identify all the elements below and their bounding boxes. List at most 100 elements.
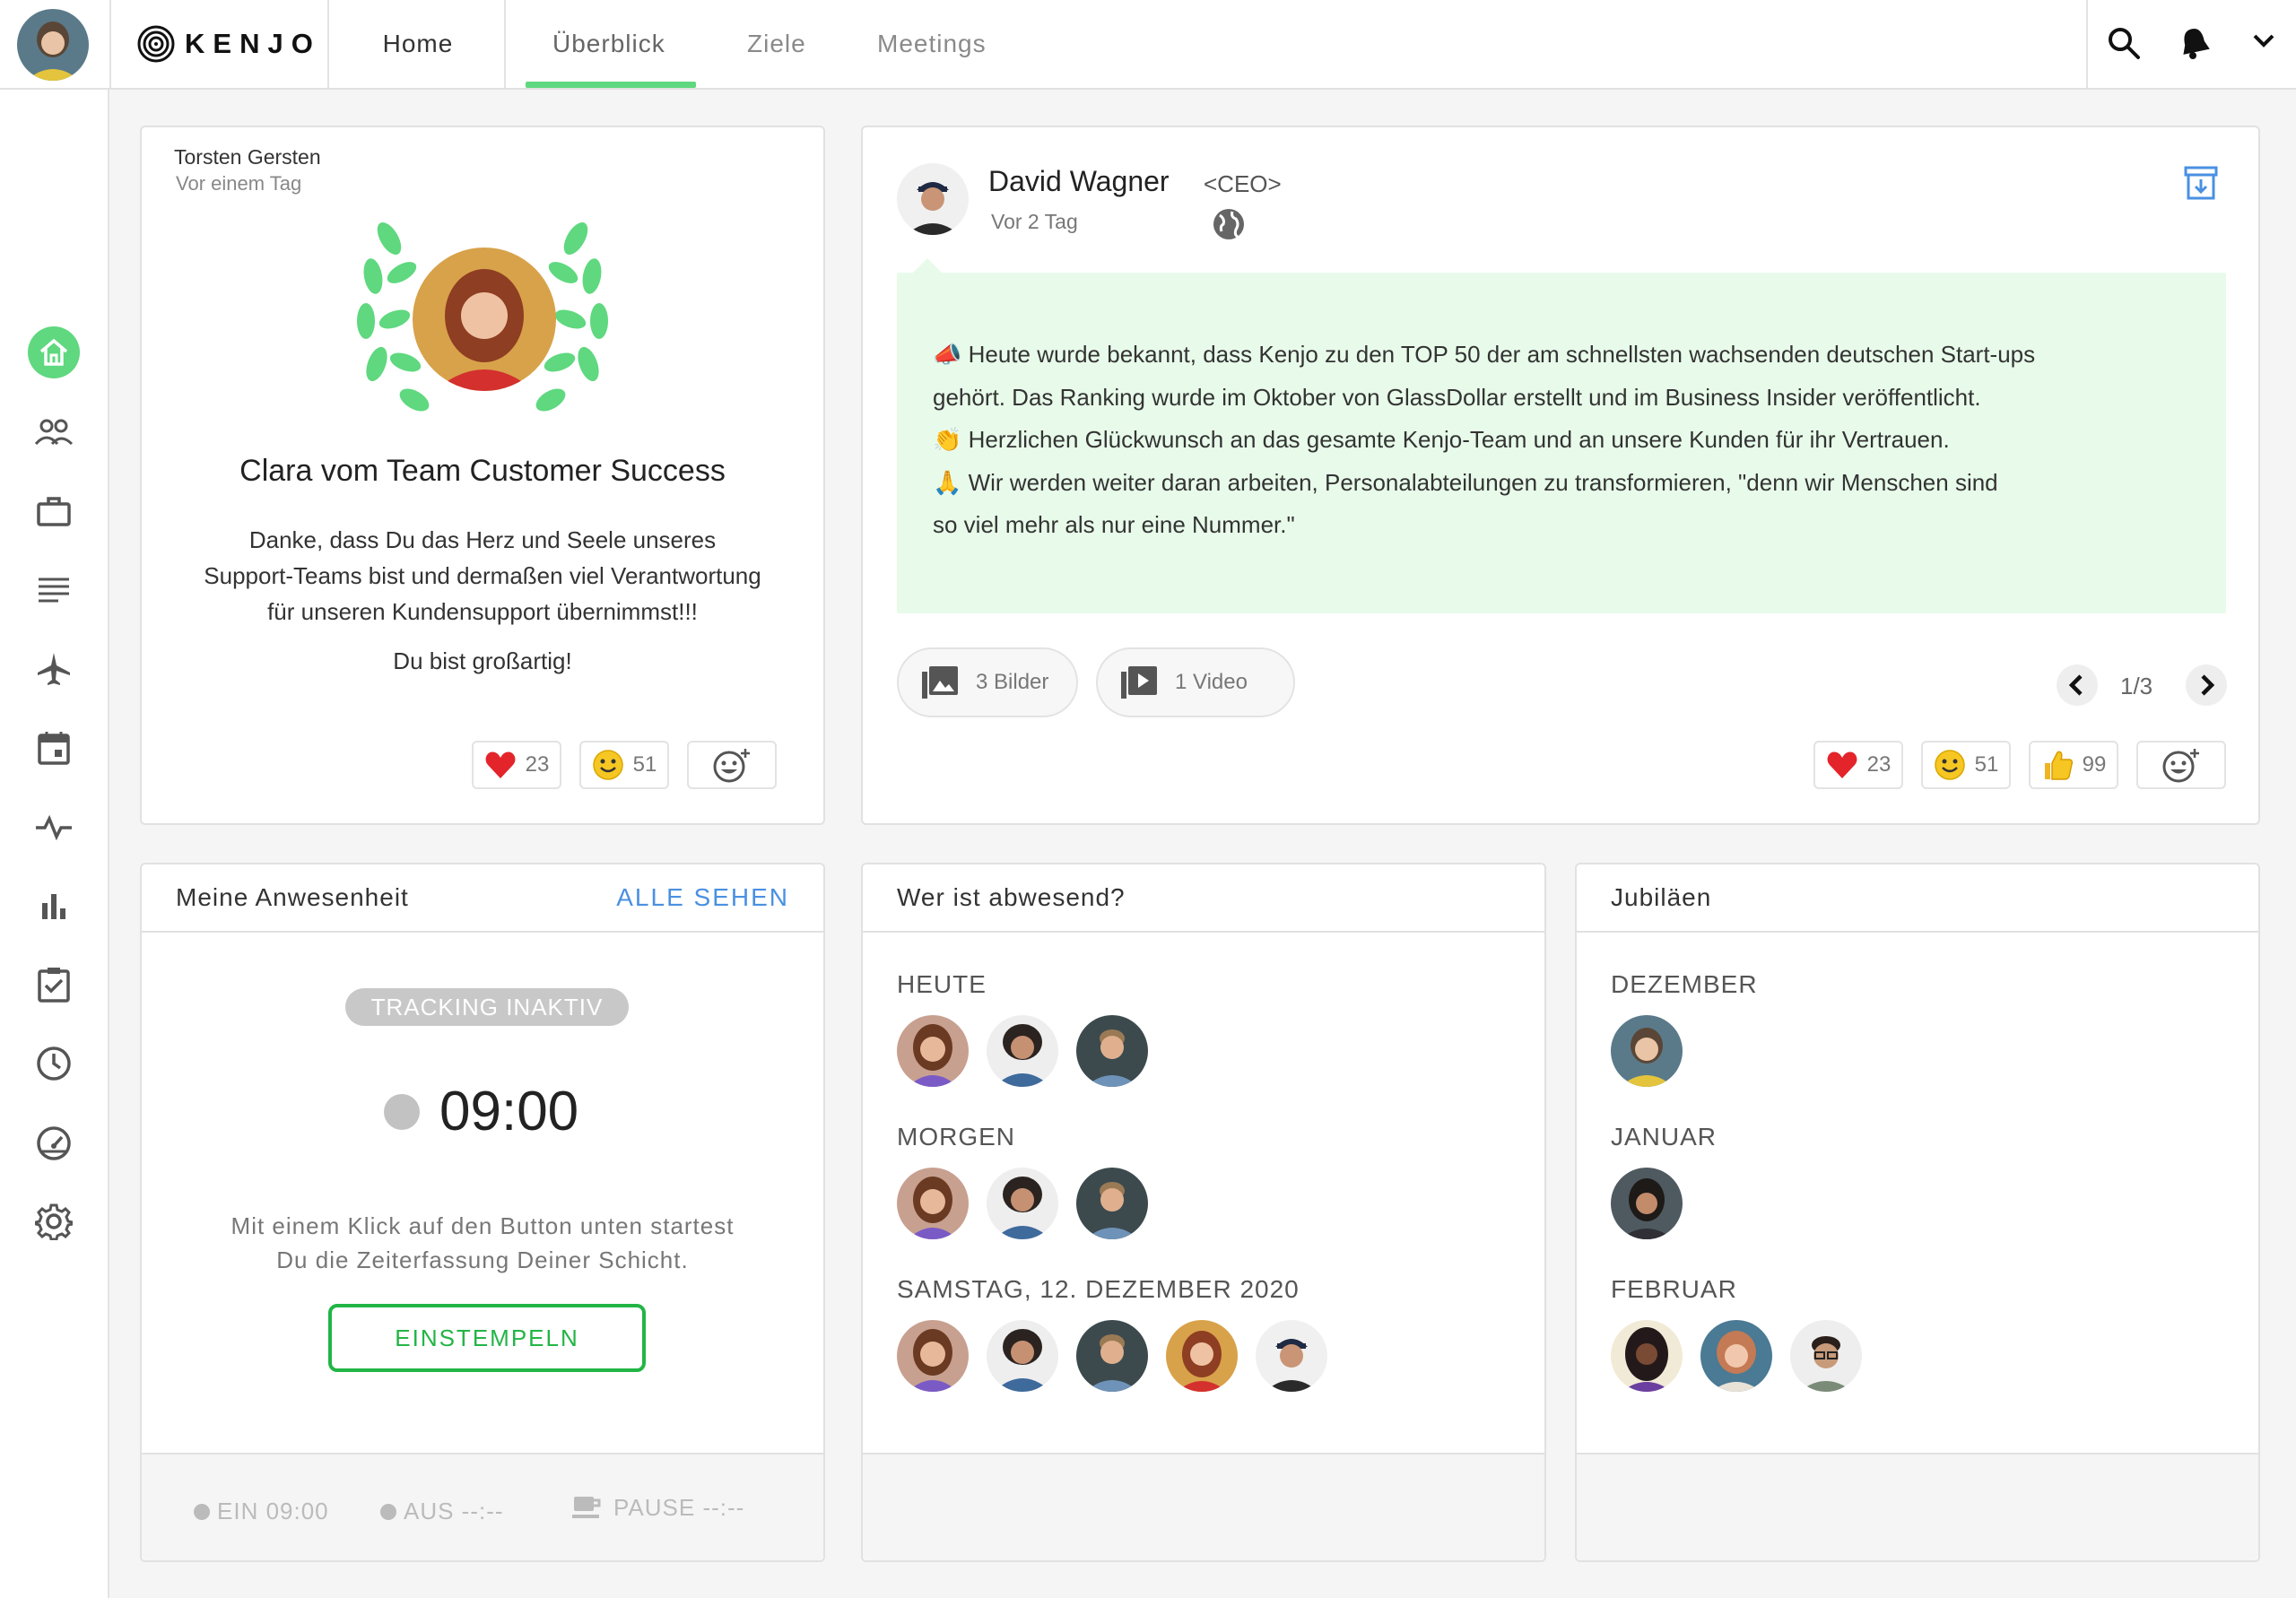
clock-out-stat: AUS --:-- xyxy=(380,1498,504,1525)
avatar[interactable] xyxy=(1700,1320,1772,1392)
post-text: 📣 Heute wurde bekannt, dass Kenjo zu den… xyxy=(933,334,2035,547)
avatar[interactable] xyxy=(897,1015,969,1087)
search-icon[interactable] xyxy=(2106,25,2142,61)
reaction-thumbs-up[interactable]: 99 xyxy=(2029,741,2118,789)
bell-icon[interactable] xyxy=(2178,25,2212,61)
reaction-heart[interactable]: 23 xyxy=(472,741,561,789)
coffee-icon xyxy=(572,1496,601,1518)
tracking-time: 09:00 xyxy=(439,1081,579,1142)
post-content: 📣 Heute wurde bekannt, dass Kenjo zu den… xyxy=(897,258,2226,613)
clock-in-stat: EIN 09:00 xyxy=(194,1498,329,1525)
avatar[interactable] xyxy=(1790,1320,1862,1392)
avatar[interactable] xyxy=(1076,1015,1148,1087)
avatar[interactable] xyxy=(1256,1320,1327,1392)
reaction-count: 23 xyxy=(1866,752,1892,777)
active-tab-indicator xyxy=(526,82,696,88)
bar-chart-icon[interactable] xyxy=(28,880,80,932)
absent-group-label: HEUTE xyxy=(897,970,987,998)
heart-icon xyxy=(485,751,516,778)
avatar[interactable] xyxy=(1076,1168,1148,1239)
add-reaction-button[interactable] xyxy=(2136,741,2226,789)
avatar[interactable] xyxy=(1076,1320,1148,1392)
pause-stat: PAUSE --:-- xyxy=(570,1494,744,1522)
avatar[interactable] xyxy=(987,1168,1058,1239)
fingerprint-icon xyxy=(137,25,175,63)
prev-page-icon[interactable] xyxy=(2056,664,2099,707)
avatar[interactable] xyxy=(897,1320,969,1392)
home-icon[interactable] xyxy=(28,326,80,378)
jubilee-group-label: FEBRUAR xyxy=(1611,1275,1737,1303)
airplane-icon[interactable] xyxy=(28,643,80,695)
top-actions xyxy=(2086,0,2296,88)
jubilee-avatars-january xyxy=(1611,1168,1683,1239)
speech-bubble-tail xyxy=(911,258,944,274)
gauge-icon[interactable] xyxy=(28,1116,80,1168)
thumbs-up-icon xyxy=(2044,751,2073,780)
kenjo-logo[interactable]: KENJO xyxy=(136,24,321,64)
post-time: Vor 2 Tag xyxy=(991,210,1078,233)
smile-emoji-icon xyxy=(1934,750,1965,780)
post-author-avatar[interactable] xyxy=(897,163,969,235)
clock-icon[interactable] xyxy=(28,1038,80,1090)
kudos-title: Clara vom Team Customer Success xyxy=(239,454,726,488)
tab-meetings[interactable]: Meetings xyxy=(877,0,987,88)
absent-avatars-tomorrow xyxy=(897,1168,1148,1239)
reaction-count: 23 xyxy=(525,752,550,777)
absent-footer xyxy=(863,1453,1544,1560)
top-bar: KENJO Home Überblick Ziele Meetings xyxy=(0,0,2296,90)
attendance-footer: EIN 09:00 AUS --:-- PAUSE --:-- xyxy=(142,1453,823,1560)
see-all-link[interactable]: ALLE SEHEN xyxy=(616,883,789,912)
avatar[interactable] xyxy=(1611,1015,1683,1087)
avatar[interactable] xyxy=(987,1015,1058,1087)
add-reaction-button[interactable] xyxy=(687,741,777,789)
tab-goals[interactable]: Ziele xyxy=(747,0,806,88)
jubilee-group-label: DEZEMBER xyxy=(1611,970,1758,998)
reaction-smile[interactable]: 51 xyxy=(579,741,669,789)
calendar-icon[interactable] xyxy=(28,722,80,774)
reaction-smile[interactable]: 51 xyxy=(1921,741,2011,789)
video-button[interactable]: 1 Video xyxy=(1096,647,1295,717)
post-line: so viel mehr als nur eine Nummer." xyxy=(933,511,1295,538)
add-emoji-icon xyxy=(713,749,750,783)
avatar[interactable] xyxy=(1166,1320,1238,1392)
attendance-hint-line: Du die Zeiterfassung Deiner Schicht. xyxy=(276,1246,689,1273)
clock-in-button[interactable]: EINSTEMPELN xyxy=(328,1304,646,1372)
reaction-count: 51 xyxy=(1974,752,1999,777)
reaction-count: 51 xyxy=(632,752,657,777)
archive-icon[interactable] xyxy=(2181,163,2221,203)
avatar[interactable] xyxy=(897,1168,969,1239)
post-line: gehört. Das Ranking wurde im Oktober von… xyxy=(933,383,1981,411)
list-icon[interactable] xyxy=(28,564,80,616)
attendance-title: Meine Anwesenheit xyxy=(176,883,409,911)
user-avatar[interactable] xyxy=(17,9,89,81)
jubilees-footer xyxy=(1577,1453,2258,1560)
people-icon[interactable] xyxy=(28,406,80,458)
tab-home[interactable]: Home xyxy=(332,0,506,88)
avatar[interactable] xyxy=(1611,1320,1683,1392)
post-author[interactable]: David Wagner xyxy=(988,165,1170,198)
video-icon xyxy=(1121,666,1157,699)
absent-group-label: SAMSTAG, 12. DEZEMBER 2020 xyxy=(897,1275,1300,1303)
gear-icon[interactable] xyxy=(28,1195,80,1247)
video-label: 1 Video xyxy=(1175,670,1248,694)
briefcase-icon[interactable] xyxy=(28,485,80,537)
tracking-status-dot xyxy=(384,1094,420,1130)
images-label: 3 Bilder xyxy=(976,670,1049,694)
images-button[interactable]: 3 Bilder xyxy=(897,647,1078,717)
kudos-closing: Du bist großartig! xyxy=(393,647,572,674)
reaction-heart[interactable]: 23 xyxy=(1813,741,1903,789)
post-card: David Wagner <CEO> Vor 2 Tag 📣 Heute wur… xyxy=(861,126,2260,825)
avatar[interactable] xyxy=(1611,1168,1683,1239)
absent-title: Wer ist abwesend? xyxy=(897,883,1126,911)
next-page-icon[interactable] xyxy=(2185,664,2228,707)
chevron-down-icon[interactable] xyxy=(2251,32,2276,50)
avatar[interactable] xyxy=(987,1320,1058,1392)
tab-overview[interactable]: Überblick xyxy=(552,0,665,88)
kudos-body-line: für unseren Kundensupport übernimmst!!! xyxy=(267,598,698,625)
checklist-icon[interactable] xyxy=(28,959,80,1011)
pulse-icon[interactable] xyxy=(28,801,80,853)
images-icon xyxy=(922,666,958,699)
absent-header: Wer ist abwesend? xyxy=(863,864,1544,933)
jubilees-header: Jubiläen xyxy=(1577,864,2258,933)
kudos-body: Danke, dass Du das Herz und Seele unsere… xyxy=(142,522,823,630)
